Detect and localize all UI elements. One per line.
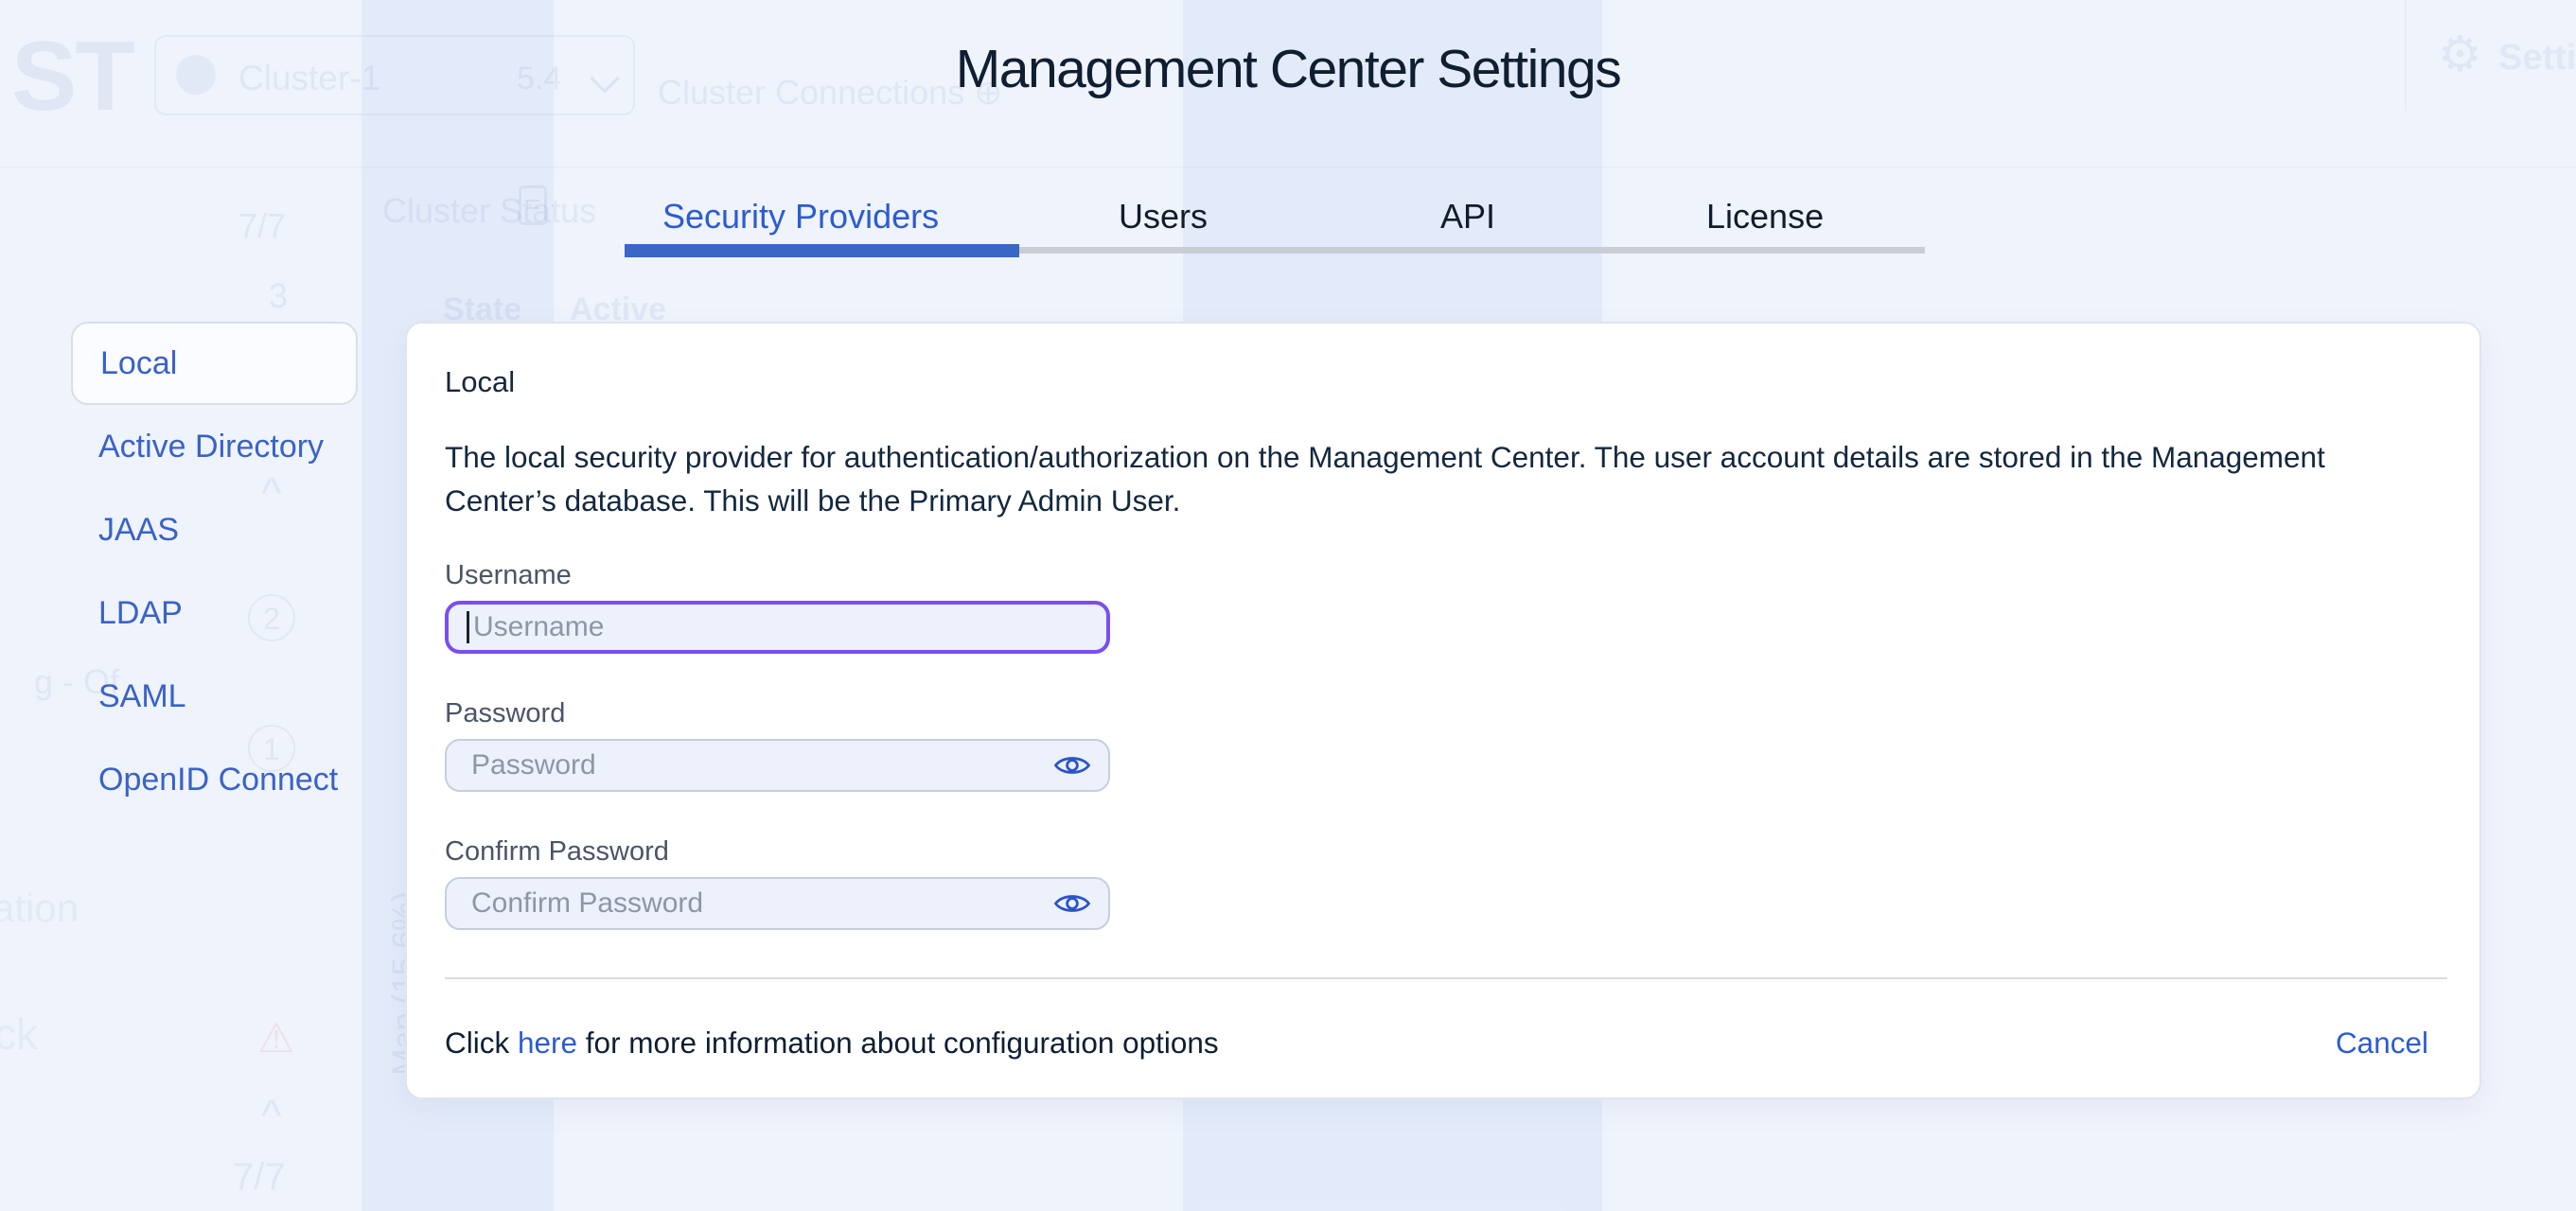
here-link[interactable]: here: [518, 1026, 577, 1060]
security-provider-sidebar: Local Active Directory JAAS LDAP SAML Op…: [71, 322, 358, 821]
sidebar-item-saml[interactable]: SAML: [71, 655, 358, 738]
password-input[interactable]: [445, 739, 1110, 792]
eye-icon[interactable]: [1053, 752, 1091, 779]
footer-help-pre: Click: [445, 1026, 518, 1060]
background-cluster-status-label: Cluster Status: [382, 191, 597, 230]
text-cursor: [467, 611, 469, 643]
background-header-divider: [0, 167, 2576, 168]
document-icon: [519, 185, 547, 225]
management-center-settings-screen: ST Cluster-1 5.4 Cluster Connections ⊕ ⚙…: [0, 0, 2576, 1211]
background-count-top: 7/7: [238, 206, 287, 245]
confirm-password-label: Confirm Password: [445, 836, 669, 867]
sidebar-item-active-directory[interactable]: Active Directory: [71, 405, 358, 488]
warning-triangle-icon: ⚠: [257, 1015, 295, 1062]
background-count-mid: 3: [269, 276, 289, 315]
cancel-button[interactable]: Cancel: [2336, 1026, 2428, 1061]
card-heading: Local: [445, 365, 516, 398]
username-input[interactable]: [445, 601, 1110, 654]
username-field-wrap: [445, 601, 1110, 654]
footer-help-text: Click here for more information about co…: [445, 1026, 1219, 1061]
active-tab-underline: [625, 244, 1019, 257]
footer-help-post: for more information about configuration…: [577, 1026, 1219, 1060]
background-text-fragment: ation: [0, 886, 79, 930]
tab-users[interactable]: Users: [1119, 197, 1208, 237]
sidebar-item-local[interactable]: Local: [71, 322, 358, 405]
local-provider-card: Local The local security provider for au…: [405, 322, 2481, 1099]
tab-api[interactable]: API: [1440, 197, 1495, 237]
chevron-up-icon: ^: [261, 1091, 282, 1140]
sidebar-item-openid-connect[interactable]: OpenID Connect: [71, 738, 358, 821]
tab-security-providers[interactable]: Security Providers: [662, 197, 939, 237]
password-label: Password: [445, 698, 566, 728]
card-footer-divider: [445, 977, 2447, 979]
page-title: Management Center Settings: [955, 39, 1622, 99]
eye-icon[interactable]: [1053, 890, 1091, 917]
confirm-password-field-wrap: [445, 877, 1110, 930]
background-count-bottom: 7/7: [233, 1156, 286, 1198]
confirm-password-input[interactable]: [445, 877, 1110, 930]
sidebar-item-jaas[interactable]: JAAS: [71, 488, 358, 571]
tab-license[interactable]: License: [1706, 197, 1824, 237]
sidebar-item-ldap[interactable]: LDAP: [71, 571, 358, 655]
password-field-wrap: [445, 739, 1110, 792]
card-description: The local security provider for authenti…: [445, 440, 2325, 518]
background-text-fragment: ck: [0, 1009, 38, 1059]
username-label: Username: [445, 560, 572, 590]
tab-track-line: [1019, 247, 1925, 254]
